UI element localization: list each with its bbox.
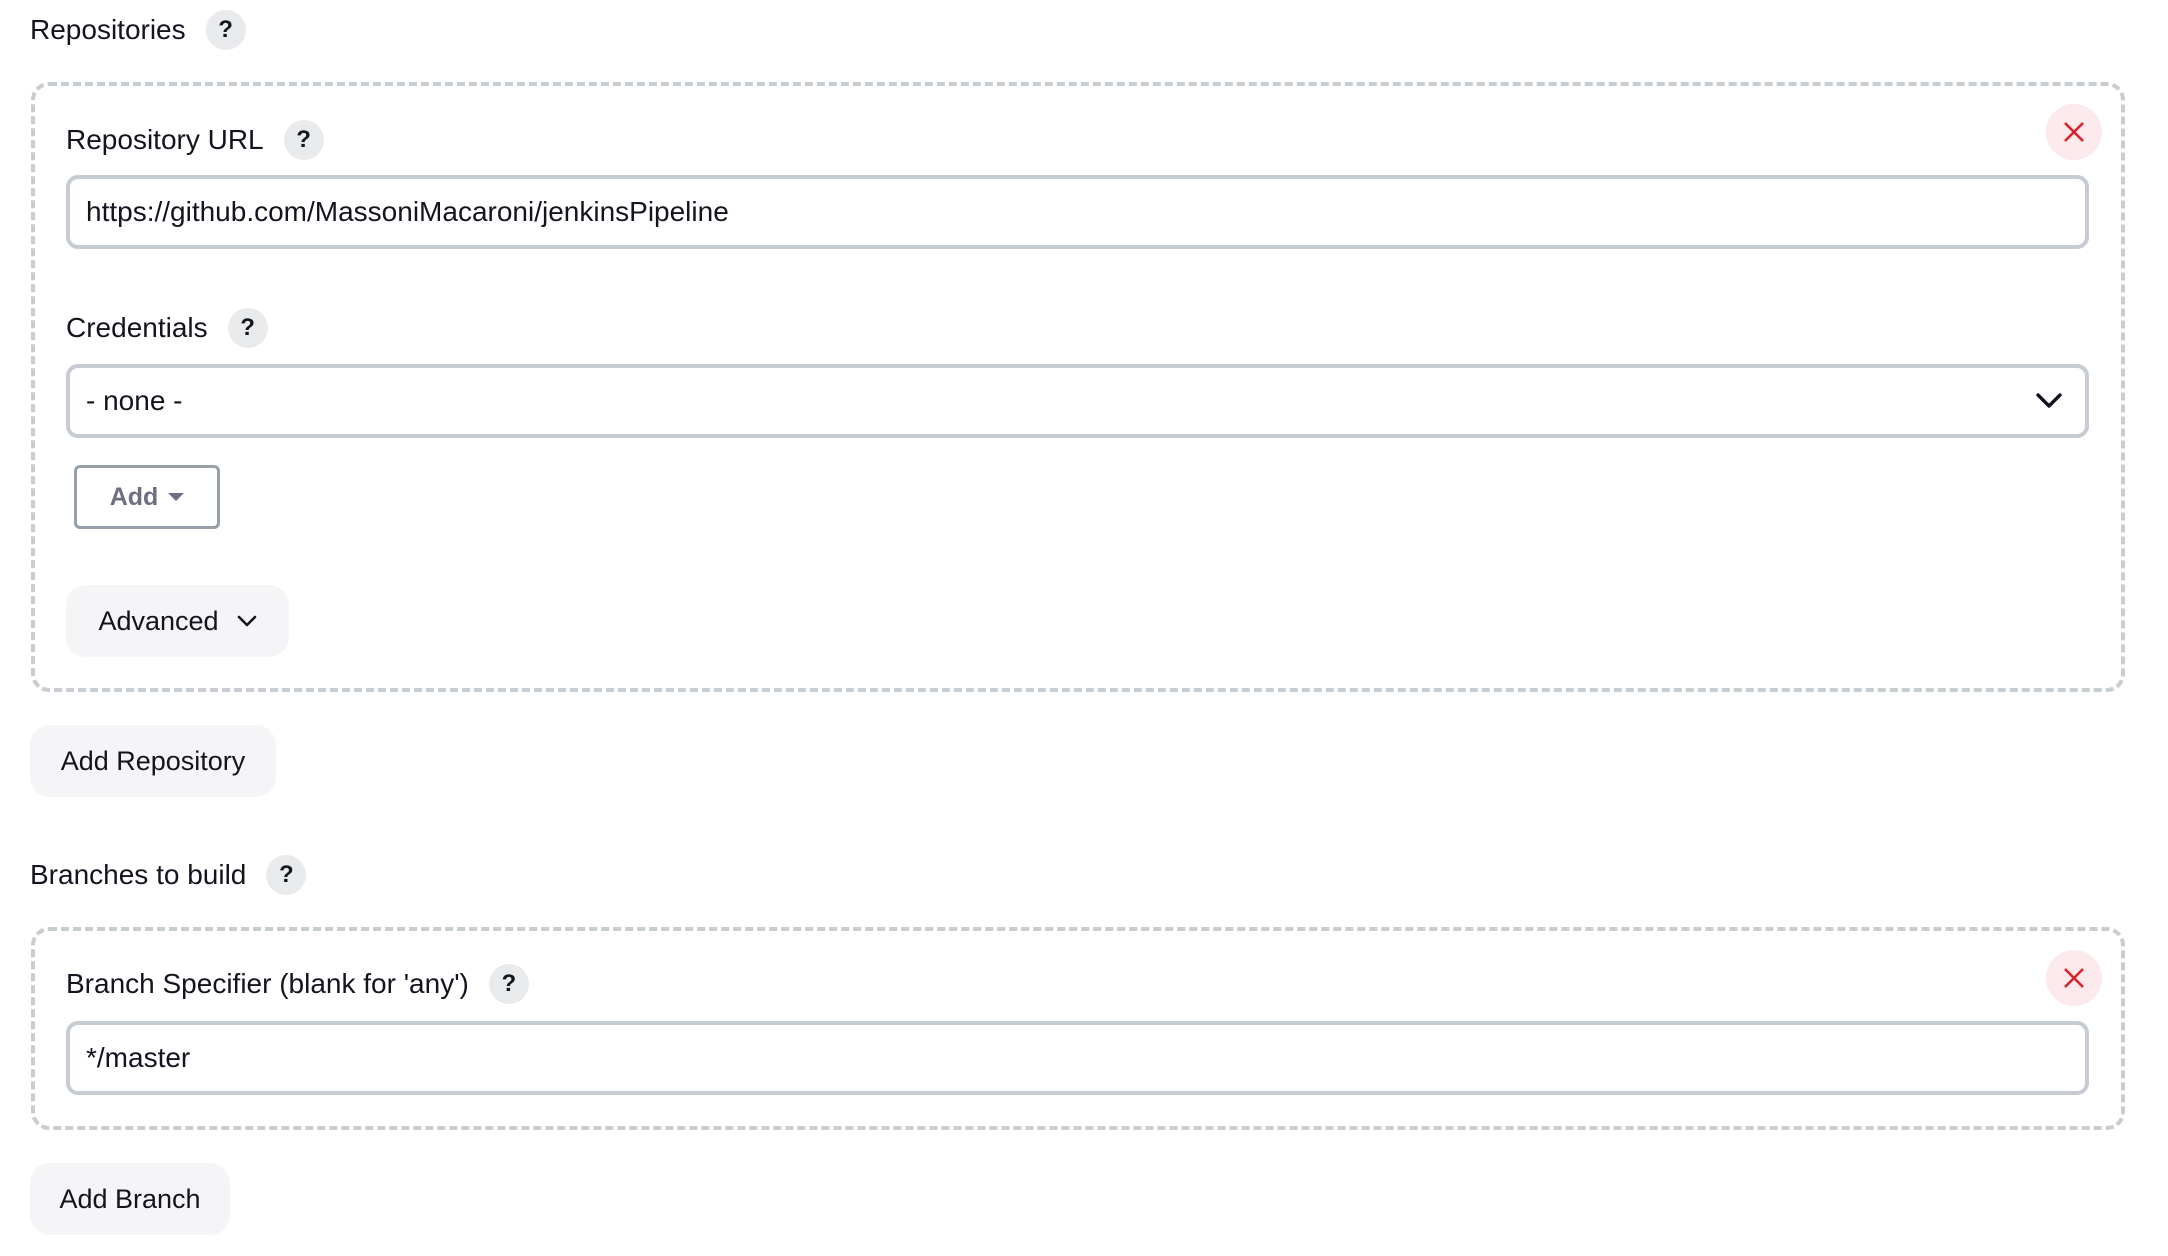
branches-label: Branches to build [30,859,247,890]
close-icon [2064,122,2084,142]
advanced-label: Advanced [98,605,219,636]
branch-specifier-header: Branch Specifier (blank for 'any') ? [66,962,529,1006]
advanced-button[interactable]: Advanced [66,585,289,657]
credentials-label: Credentials [66,312,208,343]
add-credentials-label: Add [109,482,159,511]
branch-specifier-value: */master [86,1042,191,1073]
branches-header: Branches to build ? [30,853,307,897]
branch-specifier-input[interactable]: */master [66,1021,2089,1095]
credentials-header: Credentials ? [66,306,268,350]
repository-url-help-icon[interactable]: ? [283,120,324,160]
repository-url-label: Repository URL [66,124,264,155]
chevron-down-icon [2036,393,2062,408]
repositories-help-icon[interactable]: ? [205,10,246,50]
branch-specifier-label: Branch Specifier (blank for 'any') [66,968,469,999]
credentials-select[interactable]: - none - [66,364,2089,438]
repository-url-input[interactable]: https://github.com/MassoniMacaroni/jenki… [66,175,2089,249]
remove-branch-button[interactable] [2046,950,2102,1006]
branch-specifier-help-icon[interactable]: ? [488,964,529,1004]
repositories-header: Repositories ? [30,8,246,52]
remove-repository-button[interactable] [2046,104,2102,160]
repository-url-value: https://github.com/MassoniMacaroni/jenki… [86,196,729,227]
add-repository-label: Add Repository [60,745,246,776]
branches-help-icon[interactable]: ? [266,855,307,895]
add-repository-button[interactable]: Add Repository [30,725,276,797]
chevron-down-icon [237,615,256,627]
caret-down-icon [168,493,185,501]
repositories-label: Repositories [30,14,186,45]
repository-url-header: Repository URL ? [66,118,324,162]
close-icon [2064,968,2084,988]
add-credentials-button[interactable]: Add [74,465,220,529]
credentials-selected-value: - none - [86,385,183,416]
add-branch-button[interactable]: Add Branch [30,1163,230,1235]
credentials-help-icon[interactable]: ? [227,308,268,348]
add-branch-label: Add Branch [59,1183,201,1214]
